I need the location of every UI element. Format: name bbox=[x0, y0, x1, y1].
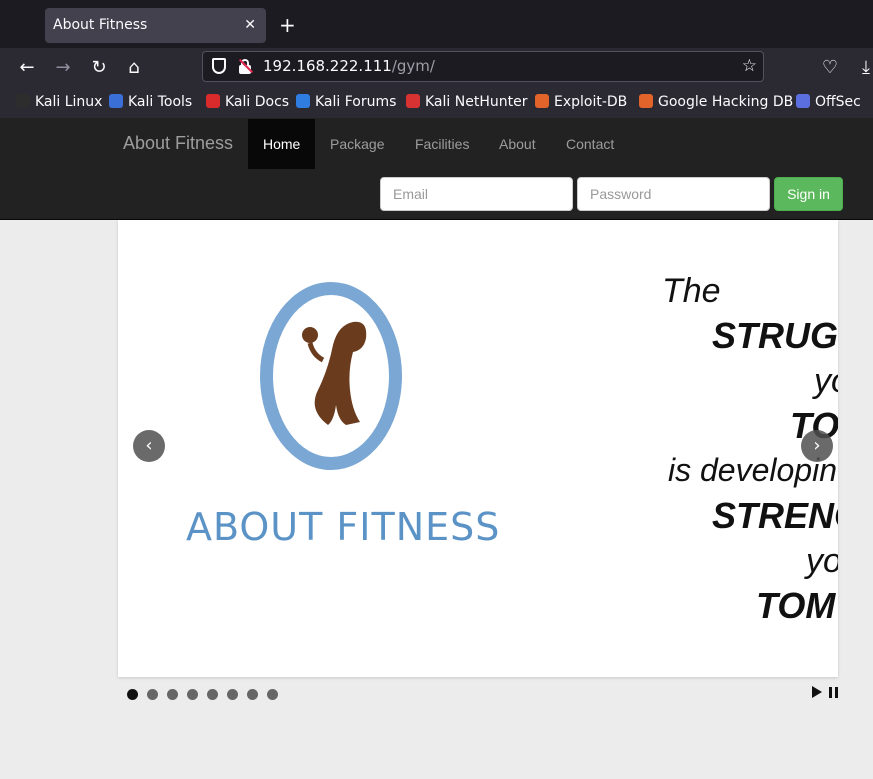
new-tab-button[interactable]: + bbox=[279, 10, 296, 40]
bookmark-kali-forums[interactable]: Kali Forums bbox=[296, 88, 396, 118]
nav-facilities[interactable]: Facilities bbox=[400, 119, 484, 169]
browser-tab[interactable]: About Fitness ✕ bbox=[45, 8, 266, 43]
offsec-icon bbox=[796, 94, 810, 108]
site-brand[interactable]: About Fitness bbox=[123, 118, 233, 169]
browser-tab-bar: About Fitness ✕ + bbox=[0, 0, 873, 48]
tab-title: About Fitness bbox=[53, 17, 148, 33]
site-navbar: About Fitness Home Package Facilities Ab… bbox=[0, 118, 873, 220]
insecure-lock-icon[interactable] bbox=[238, 58, 254, 74]
bookmark-label: Kali Forums bbox=[315, 94, 397, 110]
downloads-icon[interactable]: ⤓ bbox=[852, 54, 873, 82]
bookmark-kali-nethunter[interactable]: Kali NetHunter bbox=[406, 88, 527, 118]
email-field[interactable] bbox=[380, 177, 573, 211]
bookmark-label: Kali Tools bbox=[128, 94, 193, 110]
back-icon[interactable]: ← bbox=[13, 54, 41, 82]
bookmark-label: Kali NetHunter bbox=[425, 94, 528, 110]
pause-icon[interactable] bbox=[829, 687, 838, 698]
bookmark-label: Kali Linux bbox=[35, 94, 103, 110]
tracking-shield-icon[interactable] bbox=[212, 58, 226, 74]
kali-docs-icon bbox=[206, 94, 220, 108]
carousel-next-button[interactable]: › bbox=[801, 430, 833, 462]
carousel-dot[interactable] bbox=[227, 689, 238, 700]
pocket-icon[interactable]: ♡ bbox=[816, 54, 844, 82]
kali-linux-icon bbox=[16, 94, 30, 108]
slide-logo-text: ABOUT FITNESS bbox=[186, 505, 501, 549]
sign-in-button[interactable]: Sign in bbox=[774, 177, 843, 211]
quote-line: STRUG bbox=[712, 315, 838, 356]
url-text[interactable]: 192.168.222.111/gym/ bbox=[263, 52, 435, 81]
kali-tools-icon bbox=[109, 94, 123, 108]
ghdb-icon bbox=[639, 94, 653, 108]
nav-package[interactable]: Package bbox=[315, 119, 399, 169]
forward-icon[interactable]: → bbox=[49, 54, 77, 82]
reload-icon[interactable]: ↻ bbox=[85, 54, 113, 82]
nav-contact[interactable]: Contact bbox=[551, 119, 629, 169]
exploit-db-icon bbox=[535, 94, 549, 108]
browser-toolbar: ← → ↻ ⌂ 192.168.222.111/gym/ ☆ ♡ ⤓ bbox=[0, 48, 873, 88]
quote-line: yo bbox=[814, 362, 838, 400]
kali-nethunter-icon bbox=[406, 94, 420, 108]
kali-forums-icon bbox=[296, 94, 310, 108]
carousel-dot[interactable] bbox=[187, 689, 198, 700]
bookmark-label: Google Hacking DB bbox=[658, 94, 794, 110]
bookmark-exploit-db[interactable]: Exploit-DB bbox=[535, 88, 627, 118]
carousel-prev-button[interactable]: ‹ bbox=[133, 430, 165, 462]
carousel-slide: ABOUT FITNESS The STRUG yo TO is develop… bbox=[118, 220, 838, 677]
quote-line: TOM bbox=[756, 585, 836, 626]
bookmark-star-icon[interactable]: ☆ bbox=[742, 52, 757, 81]
password-field[interactable] bbox=[577, 177, 770, 211]
quote-line: The bbox=[662, 272, 721, 310]
carousel-dot[interactable] bbox=[267, 689, 278, 700]
close-tab-icon[interactable]: ✕ bbox=[244, 8, 256, 43]
carousel-dot[interactable] bbox=[207, 689, 218, 700]
carousel-dot[interactable] bbox=[127, 689, 138, 700]
bookmark-ghdb[interactable]: Google Hacking DB bbox=[639, 88, 793, 118]
quote-line: yo bbox=[806, 542, 838, 580]
bookmark-kali-docs[interactable]: Kali Docs bbox=[206, 88, 289, 118]
nav-about[interactable]: About bbox=[484, 119, 551, 169]
url-bar[interactable]: 192.168.222.111/gym/ ☆ bbox=[202, 51, 764, 82]
carousel-dot[interactable] bbox=[167, 689, 178, 700]
bookmark-offsec[interactable]: OffSec bbox=[796, 88, 861, 118]
bookmark-label: OffSec bbox=[815, 94, 861, 110]
carousel-dot[interactable] bbox=[147, 689, 158, 700]
nav-home[interactable]: Home bbox=[248, 119, 316, 169]
bookmark-label: Exploit-DB bbox=[554, 94, 628, 110]
quote-line: STRENG bbox=[712, 495, 838, 536]
bookmarks-bar: Kali Linux Kali Tools Kali Docs Kali Forums… bbox=[0, 88, 873, 118]
home-icon[interactable]: ⌂ bbox=[120, 54, 148, 82]
play-icon[interactable] bbox=[812, 686, 822, 698]
bookmark-label: Kali Docs bbox=[225, 94, 290, 110]
carousel-dot[interactable] bbox=[247, 689, 258, 700]
bookmark-kali-tools[interactable]: Kali Tools bbox=[109, 88, 192, 118]
yoga-pose-icon bbox=[302, 321, 367, 425]
bookmark-kali-linux[interactable]: Kali Linux bbox=[16, 88, 102, 118]
